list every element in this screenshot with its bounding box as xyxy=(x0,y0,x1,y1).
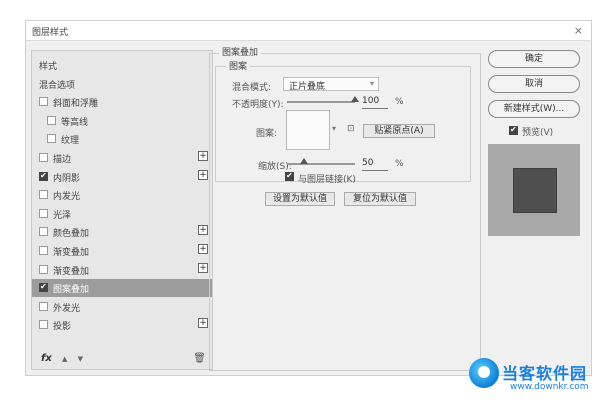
style-item-checkbox[interactable] xyxy=(39,301,48,311)
add-effect-icon[interactable]: + xyxy=(198,244,208,254)
add-effect-icon[interactable]: + xyxy=(198,262,208,273)
style-item-label: 图案叠加 xyxy=(53,285,90,296)
style-item-row[interactable]: 投影 + xyxy=(32,316,212,334)
style-item-row[interactable]: 纹理 xyxy=(32,130,212,148)
trash-icon[interactable]: 🗑 xyxy=(193,353,206,364)
scale-slider[interactable] xyxy=(287,163,355,165)
scale-slider-thumb[interactable] xyxy=(300,158,308,164)
style-item-label: 纹理 xyxy=(61,136,80,147)
fx-icon[interactable]: fx xyxy=(41,353,52,364)
pattern-label: 图案: xyxy=(256,129,278,139)
style-item-checkbox[interactable] xyxy=(39,227,48,237)
pattern-overlay-title: 图案叠加 xyxy=(219,45,262,58)
reset-default-button[interactable]: 复位为默认值 xyxy=(344,192,416,206)
styles-list-panel: fx ▲ ▼ 🗑 样式混合选项斜面和浮雕等高线纹理描边 + 内阴影 + 内发光光泽颜色叠… xyxy=(31,50,213,370)
style-item-label: 渐变叠加 xyxy=(53,248,90,258)
preview-swatch xyxy=(513,168,557,213)
set-default-button[interactable]: 设置为默认值 xyxy=(265,192,335,206)
style-item-row[interactable]: 内发光 xyxy=(32,186,212,204)
style-item-label: 投影 xyxy=(53,322,72,333)
scale-unit: % xyxy=(395,159,404,169)
watermark-url: www.downkr.com xyxy=(510,382,589,392)
style-item-row[interactable]: 内阴影 + xyxy=(32,168,212,186)
style-item-label: 颜色叠加 xyxy=(53,229,90,240)
blend-mode-label: 混合模式: xyxy=(232,83,272,93)
style-item-label: 样式 xyxy=(39,62,58,72)
style-item-checkbox[interactable] xyxy=(39,264,48,274)
style-item-row[interactable]: 图案叠加 xyxy=(32,279,212,298)
style-item-label: 混合选项 xyxy=(39,80,76,91)
opacity-value[interactable]: 100 xyxy=(362,96,388,109)
style-item-label: 内发光 xyxy=(53,192,81,203)
style-item-checkbox[interactable] xyxy=(47,134,56,144)
title-bar: 图层样式 × xyxy=(26,21,591,41)
blend-mode-value: 正片叠底 xyxy=(289,82,326,92)
style-item-row[interactable]: 样式 xyxy=(32,56,212,74)
style-item-label: 描边 xyxy=(53,155,72,165)
style-item-checkbox[interactable] xyxy=(39,97,48,107)
style-item-checkbox[interactable] xyxy=(39,320,48,330)
pattern-dropdown-icon[interactable]: ▾ xyxy=(332,124,336,133)
new-preset-icon[interactable]: ⊡ xyxy=(347,124,355,134)
snap-to-origin-button[interactable]: 贴紧原点(A) xyxy=(363,124,435,138)
pattern-subgroup-title: 图案 xyxy=(226,59,251,72)
style-item-checkbox[interactable] xyxy=(39,171,48,181)
style-item-row[interactable]: 斜面和浮雕 xyxy=(32,93,212,111)
opacity-label: 不透明度(Y): xyxy=(232,100,284,110)
style-item-label: 渐变叠加 xyxy=(53,266,90,277)
scale-value[interactable]: 50 xyxy=(362,158,388,171)
dialog-title: 图层样式 xyxy=(32,28,69,38)
watermark-brand: 当客软件园 xyxy=(502,364,588,383)
new-style-button[interactable]: 新建样式(W)... xyxy=(488,100,580,118)
style-item-row[interactable]: 混合选项 xyxy=(32,75,212,93)
ok-button[interactable]: 确定 xyxy=(488,50,580,68)
add-effect-icon[interactable]: + xyxy=(198,151,208,161)
pattern-swatch[interactable] xyxy=(286,110,330,150)
styles-footer: fx ▲ ▼ xyxy=(41,353,90,364)
style-preview xyxy=(488,144,580,236)
style-item-label: 内阴影 xyxy=(53,173,81,184)
style-item-checkbox[interactable] xyxy=(39,282,48,293)
link-with-layer-label: 与图层链接(K) xyxy=(298,175,356,185)
add-effect-icon[interactable]: + xyxy=(198,169,208,180)
style-item-checkbox[interactable] xyxy=(47,115,56,125)
move-down-icon[interactable]: ▼ xyxy=(78,355,83,363)
add-effect-icon[interactable]: + xyxy=(198,225,208,236)
preview-label: 预览(V) xyxy=(522,128,554,138)
style-item-row[interactable]: 描边 + xyxy=(32,149,212,167)
add-effect-icon[interactable]: + xyxy=(198,318,208,329)
style-item-label: 等高线 xyxy=(61,117,89,128)
style-item-row[interactable]: 等高线 xyxy=(32,112,212,130)
style-item-row[interactable]: 渐变叠加 + xyxy=(32,261,212,279)
style-item-row[interactable]: 颜色叠加 + xyxy=(32,223,212,241)
chevron-down-icon: ▾ xyxy=(369,79,374,88)
watermark-logo-icon xyxy=(469,358,499,388)
style-item-row[interactable]: 光泽 xyxy=(32,205,212,223)
style-item-checkbox[interactable] xyxy=(39,208,48,218)
cancel-button[interactable]: 取消 xyxy=(488,75,580,93)
link-with-layer-checkbox[interactable] xyxy=(285,171,294,181)
close-icon[interactable]: × xyxy=(574,24,583,37)
style-item-label: 外发光 xyxy=(53,303,81,314)
opacity-slider[interactable] xyxy=(287,101,355,103)
style-item-label: 光泽 xyxy=(53,210,72,221)
style-item-checkbox[interactable] xyxy=(39,153,48,162)
style-item-checkbox[interactable] xyxy=(39,246,48,255)
opacity-slider-thumb[interactable] xyxy=(351,96,359,102)
style-item-row[interactable]: 外发光 xyxy=(32,298,212,316)
style-item-row[interactable]: 渐变叠加 + xyxy=(32,242,212,260)
style-item-label: 斜面和浮雕 xyxy=(53,99,99,110)
blend-mode-select[interactable]: 正片叠底 ▾ xyxy=(283,77,379,92)
opacity-unit: % xyxy=(395,97,404,107)
preview-checkbox[interactable] xyxy=(509,125,518,135)
move-up-icon[interactable]: ▲ xyxy=(62,355,67,363)
style-item-checkbox[interactable] xyxy=(39,190,48,200)
